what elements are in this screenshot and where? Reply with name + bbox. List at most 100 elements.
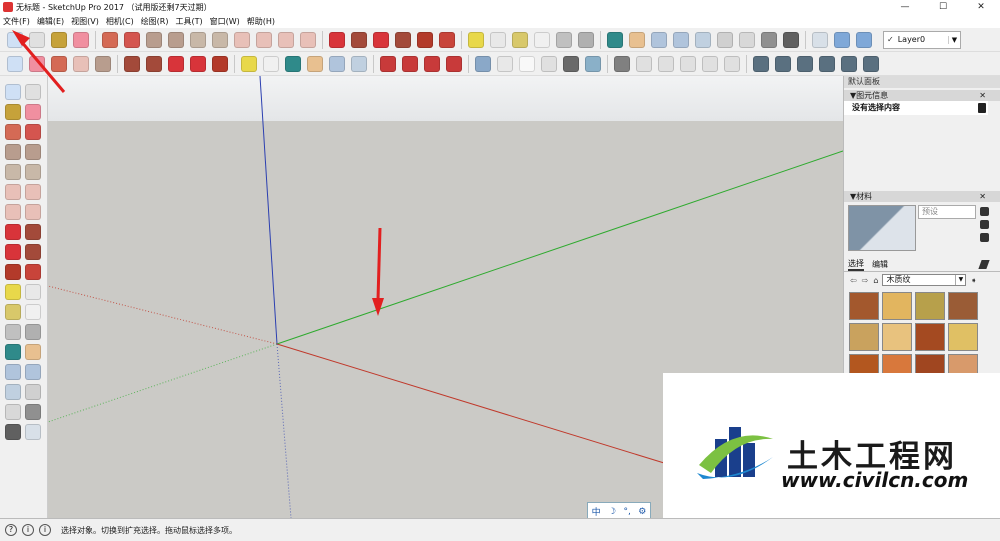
ime-punct-icon[interactable]: °, (623, 507, 630, 517)
move-icon[interactable] (329, 31, 345, 48)
orbit-icon[interactable] (5, 344, 21, 360)
material-swatch[interactable] (915, 323, 945, 351)
material-swatch[interactable] (882, 292, 912, 320)
scene-icon[interactable] (446, 55, 462, 72)
menu-camera[interactable]: 相机(C) (106, 16, 134, 27)
section-plane-icon[interactable] (812, 31, 828, 48)
pencil-icon[interactable] (102, 31, 118, 48)
pan-icon[interactable] (629, 31, 645, 48)
axes-icon[interactable] (5, 324, 21, 340)
text-icon[interactable] (25, 304, 41, 320)
material-swatch[interactable] (882, 323, 912, 351)
zoom-window-icon[interactable] (673, 31, 689, 48)
zoom-icon[interactable] (651, 31, 667, 48)
layer-select[interactable]: ✓ Layer0 ▼ (883, 30, 961, 49)
sandbox-icon-2[interactable] (775, 55, 791, 72)
follow-me-icon[interactable] (146, 55, 162, 72)
scale-icon[interactable] (417, 31, 433, 48)
zoom-window-icon[interactable] (25, 364, 41, 380)
zoom-icon[interactable] (5, 364, 21, 380)
freehand-icon[interactable] (124, 31, 140, 48)
maximize-button[interactable]: ☐ (924, 0, 962, 14)
front-view-icon[interactable] (658, 55, 674, 72)
walk-icon[interactable] (5, 424, 21, 440)
info-icon[interactable]: i (22, 524, 34, 536)
menu-edit[interactable]: 编辑(E) (37, 16, 64, 27)
rectangle-icon[interactable] (5, 144, 21, 160)
material-swatch[interactable] (849, 292, 879, 320)
zoom-extents-icon[interactable] (351, 55, 367, 72)
forward-arrow-icon[interactable]: ⇨ (862, 276, 869, 285)
sandbox-icon-1[interactable] (753, 55, 769, 72)
rotate-icon[interactable] (190, 55, 206, 72)
extension-icon[interactable] (856, 31, 872, 48)
scale-icon[interactable] (5, 264, 21, 280)
arc-icon[interactable] (5, 184, 21, 200)
ime-lang[interactable]: 中 (592, 505, 601, 518)
sandbox-icon-5[interactable] (841, 55, 857, 72)
rotate-icon[interactable] (373, 31, 389, 48)
ime-gear-icon[interactable]: ⚙ (638, 507, 646, 517)
arc-icon[interactable] (234, 31, 250, 48)
menu-help[interactable]: 帮助(H) (247, 16, 275, 27)
move-icon[interactable] (5, 224, 21, 240)
push-pull-icon[interactable] (25, 224, 41, 240)
sample-paint-icon[interactable] (978, 260, 990, 269)
menu-view[interactable]: 视图(V) (71, 16, 99, 27)
select-tool-icon[interactable] (7, 31, 23, 48)
move-icon[interactable] (168, 55, 184, 72)
paint-bucket-icon[interactable] (51, 31, 67, 48)
freehand-icon[interactable] (25, 124, 41, 140)
three-point-arc-icon[interactable] (278, 31, 294, 48)
back-edges-icon[interactable] (497, 55, 513, 72)
minimize-button[interactable]: — (886, 0, 924, 14)
material-swatch[interactable] (915, 292, 945, 320)
dimension-icon[interactable] (490, 31, 506, 48)
position-camera-icon[interactable] (739, 31, 755, 48)
look-around-icon[interactable] (25, 404, 41, 420)
library-select[interactable]: 木质纹 ▼ (882, 274, 967, 286)
rectangle-icon[interactable] (146, 31, 162, 48)
circle-icon[interactable] (5, 164, 21, 180)
pie-icon[interactable] (300, 31, 316, 48)
eraser-icon[interactable] (25, 104, 41, 120)
rectangle-icon[interactable] (95, 55, 111, 72)
pencil-icon[interactable] (5, 124, 21, 140)
paint-bucket-icon[interactable] (5, 104, 21, 120)
right-view-icon[interactable] (680, 55, 696, 72)
create-material-icon[interactable] (980, 220, 989, 229)
push-pull-icon[interactable] (124, 55, 140, 72)
scale-icon[interactable] (212, 55, 228, 72)
material-swatch[interactable] (849, 323, 879, 351)
tab-edit[interactable]: 编辑 (872, 259, 888, 270)
chevron-down-icon[interactable]: ▼ (955, 275, 965, 285)
material-swatch[interactable] (948, 323, 978, 351)
polygon-icon[interactable] (212, 31, 228, 48)
paint-icon[interactable] (980, 233, 989, 242)
shaded-textures-icon[interactable] (585, 55, 601, 72)
walk-icon[interactable] (783, 31, 799, 48)
section-plane-icon[interactable] (25, 424, 41, 440)
component-icon[interactable] (25, 84, 41, 100)
axes-icon[interactable] (556, 31, 572, 48)
details-arrow-icon[interactable]: ➧ (970, 276, 977, 285)
materials-header[interactable]: ▼ 材料 ✕ (844, 191, 1000, 202)
rotate-icon[interactable] (5, 244, 21, 260)
fog-icon[interactable] (424, 55, 440, 72)
previous-view-icon[interactable] (25, 384, 41, 400)
tape-measure-icon[interactable] (468, 31, 484, 48)
tape-measure-icon[interactable] (5, 284, 21, 300)
sandbox-icon-6[interactable] (863, 55, 879, 72)
shadow-icon[interactable] (402, 55, 418, 72)
rotated-rectangle-icon[interactable] (25, 144, 41, 160)
protractor-icon[interactable] (5, 304, 21, 320)
shaded-icon[interactable] (563, 55, 579, 72)
polygon-icon[interactable] (25, 164, 41, 180)
protractor-icon[interactable] (512, 31, 528, 48)
pie-icon[interactable] (25, 204, 41, 220)
two-point-arc-icon[interactable] (256, 31, 272, 48)
material-swatch[interactable] (948, 292, 978, 320)
rotated-rectangle-icon[interactable] (168, 31, 184, 48)
3d-text-icon[interactable] (25, 324, 41, 340)
tape-measure-icon[interactable] (241, 55, 257, 72)
